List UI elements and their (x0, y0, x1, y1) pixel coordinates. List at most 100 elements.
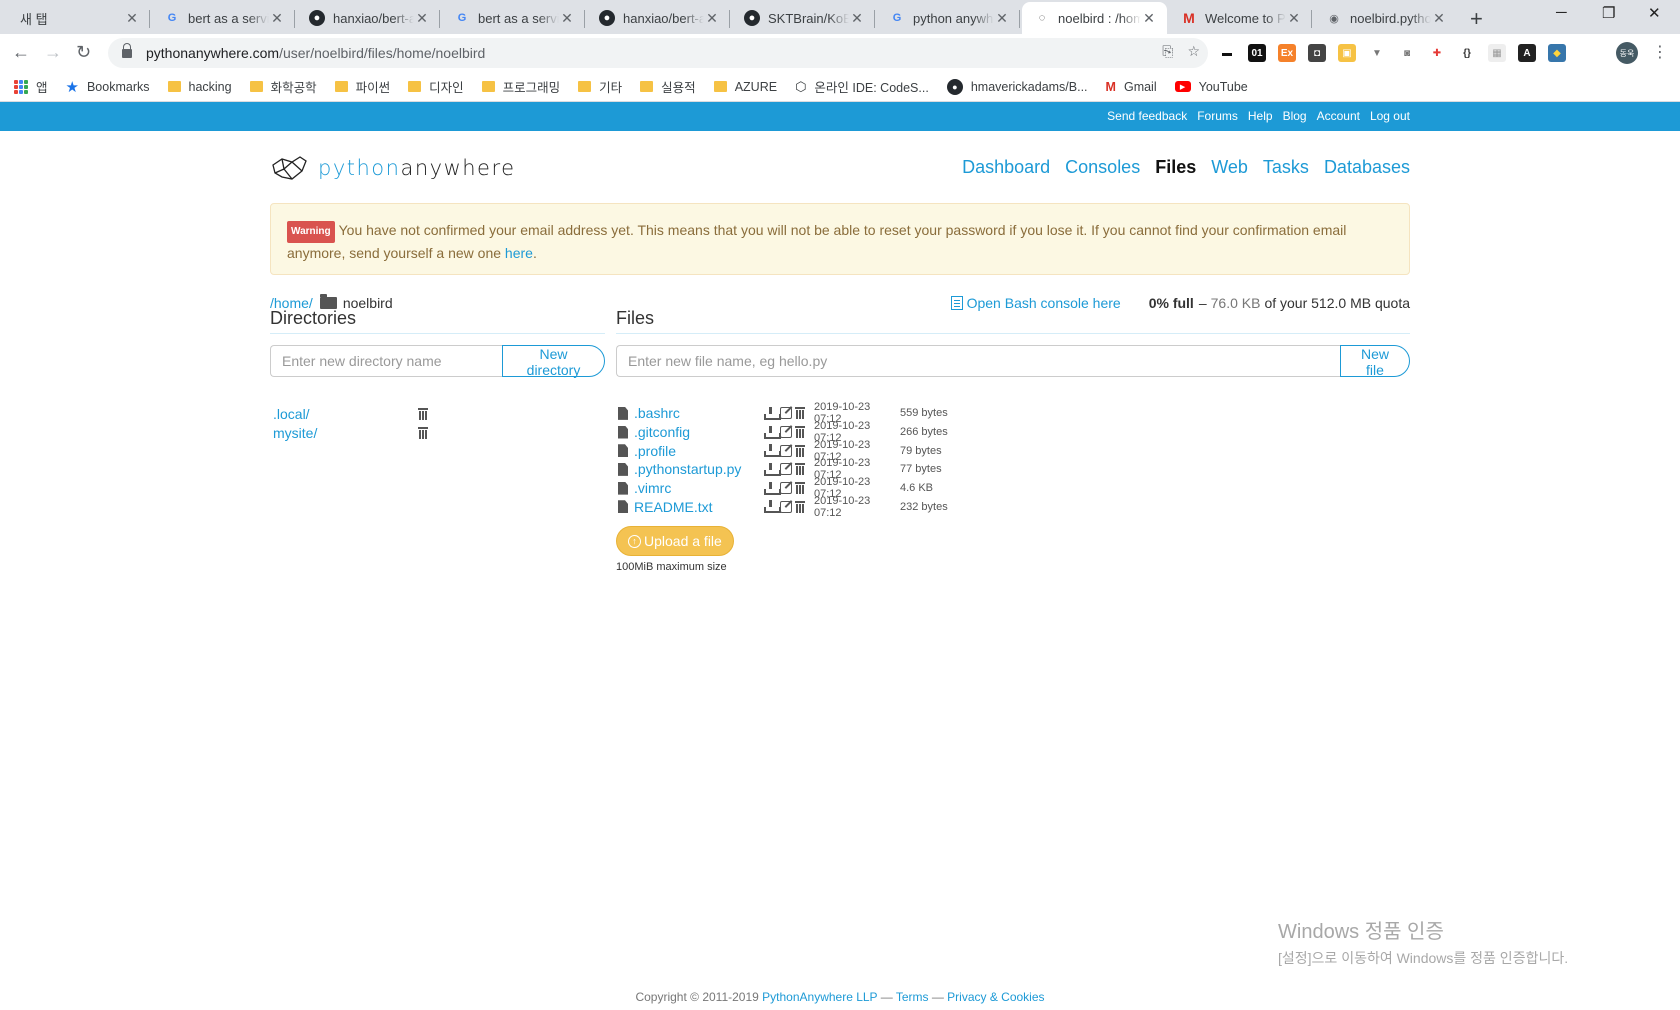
delete-directory-icon[interactable] (418, 407, 428, 420)
browser-tab[interactable]: ● hanxiao/bert-as-service ✕ (587, 2, 730, 34)
brand-logo[interactable]: pythonanywhere (270, 153, 516, 183)
download-icon[interactable] (764, 481, 781, 495)
terms-link[interactable]: Terms (896, 990, 929, 1004)
close-tab-icon[interactable]: ✕ (1286, 10, 1302, 27)
restore-icon[interactable]: ❐ (1602, 4, 1615, 22)
bookmark-folder[interactable]: hacking (167, 80, 232, 94)
file-link[interactable]: .profile (634, 443, 764, 459)
directory-link[interactable]: mysite/ (273, 425, 418, 441)
edit-icon[interactable] (780, 426, 792, 439)
note-extension-icon[interactable]: ▣ (1338, 44, 1356, 62)
bookmark-item[interactable]: ⬡ 온라인 IDE: CodeS... (795, 77, 929, 96)
forums-link[interactable]: Forums (1197, 109, 1238, 123)
download-icon[interactable] (764, 500, 781, 514)
help-link[interactable]: Help (1248, 109, 1273, 123)
blog-link[interactable]: Blog (1283, 109, 1307, 123)
ex-extension-icon[interactable]: Ex (1278, 44, 1296, 62)
privacy-link[interactable]: Privacy & Cookies (947, 990, 1044, 1004)
file-link[interactable]: README.txt (634, 499, 764, 515)
delete-file-icon[interactable] (795, 500, 805, 513)
browser-tab[interactable]: M Welcome to PythonAnywhere ✕ (1169, 2, 1312, 34)
json-extension-icon[interactable]: {} (1458, 44, 1476, 62)
close-tab-icon[interactable]: ✕ (414, 10, 430, 27)
close-tab-icon[interactable]: ✕ (994, 10, 1010, 27)
file-link[interactable]: .vimrc (634, 480, 764, 496)
edit-icon[interactable] (780, 444, 792, 457)
nav-databases[interactable]: Databases (1324, 157, 1410, 178)
profile-avatar[interactable]: 동욱 (1616, 42, 1638, 64)
browser-tab[interactable]: G bert as a service ✕ (442, 2, 585, 34)
download-icon[interactable] (764, 425, 781, 439)
browser-tab[interactable]: ● hanxiao/bert-as-service ✕ (297, 2, 440, 34)
resend-confirmation-link[interactable]: here (505, 245, 533, 261)
company-link[interactable]: PythonAnywhere LLP (762, 990, 877, 1004)
python-extension-icon[interactable]: ◆ (1548, 44, 1566, 62)
edit-icon[interactable] (780, 463, 792, 476)
close-tab-icon[interactable]: ✕ (269, 10, 285, 27)
new-file-button[interactable]: New file (1340, 345, 1410, 378)
a-extension-icon[interactable]: A (1518, 44, 1536, 62)
directory-link[interactable]: .local/ (273, 406, 418, 422)
delete-file-icon[interactable] (795, 426, 805, 439)
grid-extension-icon[interactable]: ▦ (1488, 44, 1506, 62)
translate-icon[interactable]: ⎘ (1162, 43, 1173, 60)
browser-tab[interactable]: G python anywhere ✕ (877, 2, 1020, 34)
browser-tab[interactable]: 새 탭 ✕ (8, 2, 150, 34)
bookmark-folder[interactable]: 실용적 (640, 77, 696, 96)
new-directory-button[interactable]: New directory (502, 345, 605, 378)
address-bar[interactable]: pythonanywhere.com/user/noelbird/files/h… (108, 38, 1208, 68)
nav-files[interactable]: Files (1155, 157, 1196, 178)
file-link[interactable]: .gitconfig (634, 424, 764, 440)
delete-file-icon[interactable] (795, 444, 805, 457)
bookmark-folder[interactable]: AZURE (713, 80, 777, 94)
send-feedback-link[interactable]: Send feedback (1107, 109, 1187, 123)
upload-file-button[interactable]: ↑ Upload a file (616, 526, 734, 556)
download-icon[interactable] (764, 444, 781, 458)
delete-file-icon[interactable] (795, 463, 805, 476)
browser-tab[interactable]: ● SKTBrain/KoBERT ✕ (732, 2, 875, 34)
delete-directory-icon[interactable] (418, 426, 428, 439)
bookmark-apps[interactable]: 앱 (14, 77, 48, 96)
bookmark-item[interactable]: M Gmail (1106, 80, 1157, 94)
reload-icon[interactable]: ↻ (76, 42, 91, 63)
browser-tab-active[interactable]: ◌ noelbird : /home/noelbird ✕ (1022, 2, 1167, 34)
plus-extension-icon[interactable]: ✚ (1428, 44, 1446, 62)
file-link[interactable]: .pythonstartup.py (634, 461, 764, 477)
edit-icon[interactable] (780, 407, 792, 420)
minimize-icon[interactable]: ─ (1556, 4, 1567, 21)
close-tab-icon[interactable]: ✕ (124, 10, 140, 27)
close-tab-icon[interactable]: ✕ (559, 10, 575, 27)
bookmark-item[interactable]: ● hmaverickadams/B... (946, 78, 1088, 95)
shield-extension-icon[interactable]: ◘ (1308, 44, 1326, 62)
bookmark-folder[interactable]: 기타 (578, 77, 622, 96)
camera-extension-icon[interactable]: ◙ (1398, 44, 1416, 62)
edit-icon[interactable] (780, 482, 792, 495)
bookmark-item[interactable]: ★ Bookmarks (66, 78, 150, 96)
bookmark-star-icon[interactable]: ☆ (1187, 43, 1200, 60)
edit-icon[interactable] (780, 500, 792, 513)
window-close-icon[interactable]: ✕ (1648, 4, 1661, 22)
vuetify-extension-icon[interactable]: ▼ (1368, 44, 1386, 62)
bookmark-item[interactable]: ▶ YouTube (1174, 80, 1248, 94)
menu-icon[interactable]: ⋮ (1652, 42, 1668, 62)
close-tab-icon[interactable]: ✕ (1431, 10, 1447, 27)
close-tab-icon[interactable]: ✕ (849, 10, 865, 27)
nav-consoles[interactable]: Consoles (1065, 157, 1140, 178)
incognito-extension-icon[interactable]: ▬ (1218, 44, 1236, 62)
download-icon[interactable] (764, 462, 781, 476)
delete-file-icon[interactable] (795, 482, 805, 495)
account-link[interactable]: Account (1317, 109, 1360, 123)
bookmark-folder[interactable]: 파이썬 (334, 77, 390, 96)
new-file-input[interactable] (616, 345, 1340, 377)
forward-icon[interactable]: → (44, 42, 62, 63)
nav-web[interactable]: Web (1211, 157, 1248, 178)
file-link[interactable]: .bashrc (634, 405, 764, 421)
download-icon[interactable] (764, 406, 781, 420)
nav-tasks[interactable]: Tasks (1263, 157, 1309, 178)
new-directory-input[interactable] (270, 345, 502, 377)
delete-file-icon[interactable] (795, 407, 805, 420)
browser-tab[interactable]: G bert as a service ✕ (152, 2, 295, 34)
close-tab-icon[interactable]: ✕ (1141, 10, 1157, 27)
bookmark-folder[interactable]: 프로그래밍 (481, 77, 560, 96)
browser-tab[interactable]: ◉ noelbird.pythonanywhere.com ✕ (1314, 2, 1457, 34)
